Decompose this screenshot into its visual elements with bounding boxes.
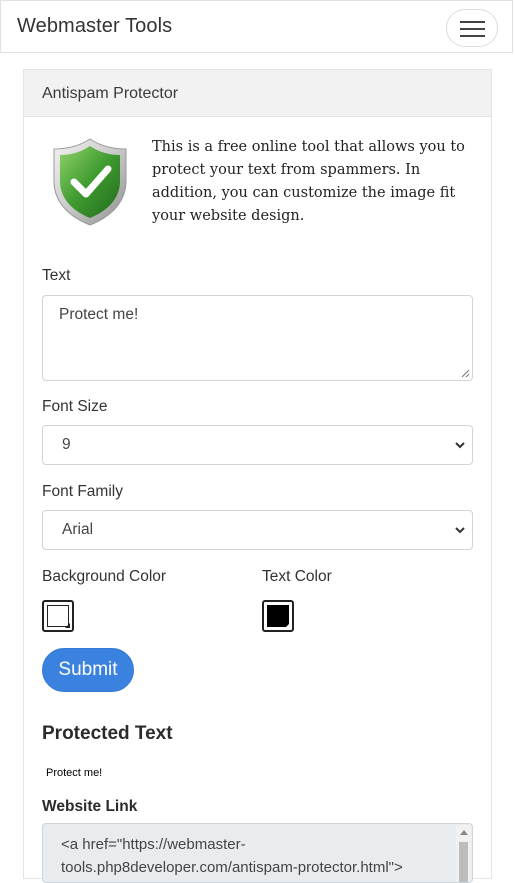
picker-corner-icon: [65, 623, 70, 628]
font-size-label: Font Size: [42, 398, 108, 415]
font-family-select[interactable]: Arial: [42, 510, 473, 550]
text-label: Text: [42, 267, 71, 284]
scrollbar-thumb[interactable]: [459, 842, 468, 882]
code-box-scrollbar[interactable]: [456, 825, 471, 882]
chevron-down-icon: [455, 442, 465, 449]
protected-text-image: Protect me!: [46, 767, 103, 779]
hamburger-menu-icon: [460, 21, 485, 23]
card-header: Antispam Protector: [24, 70, 491, 117]
website-link-code: <a href="https://webmaster-tools.php8dev…: [61, 836, 403, 876]
navbar: Webmaster Tools: [0, 0, 513, 53]
menu-toggle-button[interactable]: [446, 9, 498, 47]
font-family-value: Arial: [62, 521, 94, 538]
text-color-label: Text Color: [262, 568, 332, 585]
website-link-heading: Website Link: [42, 798, 138, 815]
background-color-label: Background Color: [42, 568, 167, 585]
protected-text-heading: Protected Text: [42, 723, 173, 744]
text-input-value: Protect me!: [59, 306, 139, 323]
submit-button[interactable]: Submit: [42, 648, 134, 692]
font-size-select[interactable]: 9: [42, 425, 473, 465]
scroll-up-icon[interactable]: [460, 830, 468, 835]
hamburger-menu-icon: [460, 28, 485, 30]
resize-grip-icon[interactable]: [461, 369, 470, 378]
intro-text: This is a free online tool that allows y…: [152, 139, 465, 224]
chevron-down-icon: [455, 527, 465, 534]
font-family-label: Font Family: [42, 483, 123, 500]
hamburger-menu-icon: [460, 35, 485, 37]
website-link-code-box[interactable]: <a href="https://webmaster-tools.php8dev…: [42, 823, 473, 883]
background-color-picker[interactable]: [42, 600, 74, 632]
font-size-value: 9: [62, 436, 71, 453]
text-input[interactable]: Protect me!: [42, 295, 473, 381]
brand-title[interactable]: Webmaster Tools: [17, 15, 172, 38]
antispam-card: Antispam Protector This is a free online…: [23, 69, 492, 883]
card-title: Antispam Protector: [42, 85, 179, 102]
text-color-picker[interactable]: [262, 600, 294, 632]
picker-corner-icon: [285, 623, 290, 628]
shield-check-icon: [53, 138, 127, 226]
